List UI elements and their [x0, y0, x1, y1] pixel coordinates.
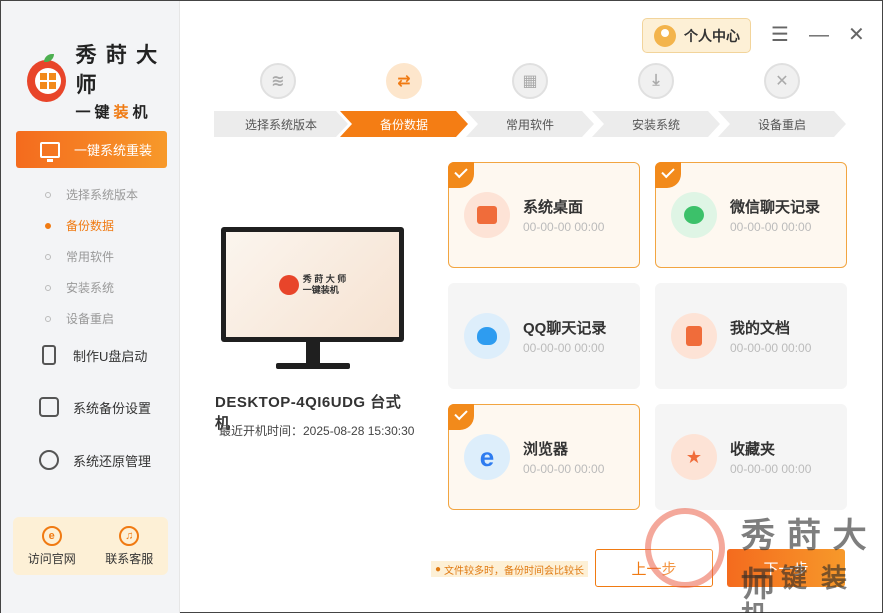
nav-usb-boot[interactable]: 制作U盘启动: [39, 345, 147, 365]
progress-stepper: ≋ ⇄ ▦ ⤓ ✕ 选择系统版本 备份数据 常用软件 安装系统 设备重启: [214, 63, 846, 139]
check-icon: [448, 162, 474, 188]
star-folder-icon: ★: [671, 434, 717, 480]
monitor-icon: [40, 141, 60, 162]
minimize-icon[interactable]: —: [809, 25, 829, 45]
nav-label: 一键系统重装: [74, 143, 153, 158]
sidebar-step-active: 备份数据: [45, 210, 138, 241]
layers-icon: ≋: [260, 63, 296, 99]
app-window: 秀 莳 大 师 一键装机 一键系统重装 选择系统版本 备份数据 常用软件 安装系…: [0, 0, 883, 613]
document-icon: [671, 313, 717, 359]
contact-support-button[interactable]: ♫ 联系客服: [105, 525, 153, 567]
next-button[interactable]: 下一步: [727, 549, 845, 587]
step-device-restart: 设备重启: [718, 111, 846, 137]
qq-icon: [464, 313, 510, 359]
sidebar: 秀 莳 大 师 一键装机 一键系统重装 选择系统版本 备份数据 常用软件 安装系…: [1, 1, 180, 613]
step-select-version: 选择系统版本: [214, 111, 348, 137]
close-icon[interactable]: ✕: [848, 25, 865, 45]
nav-backup-settings[interactable]: 系统备份设置: [39, 397, 151, 417]
usb-icon: [42, 345, 56, 365]
tools-icon: ✕: [764, 63, 800, 99]
visit-website-button[interactable]: e 访问官网: [28, 525, 76, 567]
ie-browser-icon: e: [464, 434, 510, 480]
backup-card-desktop[interactable]: 系统桌面 00-00-00 00:00: [448, 162, 640, 268]
check-icon: [448, 404, 474, 430]
headset-icon: ♫: [119, 525, 140, 546]
backup-step-icon: ⇄: [386, 63, 422, 99]
check-icon: [655, 162, 681, 188]
boot-time: 最近开机时间：2025-08-28 15:30:30: [219, 424, 415, 438]
location-icon: ●: [435, 563, 442, 575]
desktop-icon: [464, 192, 510, 238]
avatar-icon: [654, 24, 676, 47]
backup-card-browser[interactable]: e 浏览器 00-00-00 00:00: [448, 404, 640, 510]
step-install-system: 安装系统: [592, 111, 720, 137]
nav-restore-manage[interactable]: 系统还原管理: [39, 450, 151, 470]
restore-icon: [39, 450, 59, 470]
sidebar-step: 常用软件: [45, 241, 138, 272]
backup-card-wechat[interactable]: 微信聊天记录 00-00-00 00:00: [655, 162, 847, 268]
user-center-button[interactable]: 个人中心: [642, 18, 751, 53]
menu-icon[interactable]: ☰: [771, 25, 789, 45]
nav-one-click-reinstall[interactable]: 一键系统重装: [16, 131, 167, 168]
sidebar-steps: 选择系统版本 备份数据 常用软件 安装系统 设备重启: [45, 179, 138, 334]
ie-icon: e: [41, 525, 62, 546]
prev-button[interactable]: 上一步: [595, 549, 713, 587]
backup-icon: [39, 397, 59, 417]
sidebar-step: 设备重启: [45, 303, 138, 334]
backup-card-favorites[interactable]: ★ 收藏夹 00-00-00 00:00: [655, 404, 847, 510]
apps-icon: ▦: [512, 63, 548, 99]
step-common-software: 常用软件: [466, 111, 594, 137]
backup-card-documents[interactable]: 我的文档 00-00-00 00:00: [655, 283, 847, 389]
logo-icon: [27, 53, 66, 102]
screen-logo: 秀 莳 大 师一键装机: [278, 274, 346, 296]
brand-title: 秀 莳 大 师: [75, 42, 159, 97]
sidebar-step: 安装系统: [45, 272, 138, 303]
wechat-icon: [671, 192, 717, 238]
step-backup-data: 备份数据: [340, 111, 468, 137]
backup-card-qq[interactable]: QQ聊天记录 00-00-00 00:00: [448, 283, 640, 389]
support-box: e 访问官网 ♫ 联系客服: [13, 517, 168, 575]
brand-logo: 秀 莳 大 师 一键装机: [27, 39, 179, 122]
backup-tip: ● 文件较多时，备份时间会比较长: [431, 561, 589, 577]
monitor-image: 秀 莳 大 师一键装机: [221, 227, 404, 342]
download-icon: ⤓: [638, 63, 674, 99]
sidebar-step: 选择系统版本: [45, 179, 138, 210]
brand-subtitle: 一键装机: [75, 104, 152, 121]
